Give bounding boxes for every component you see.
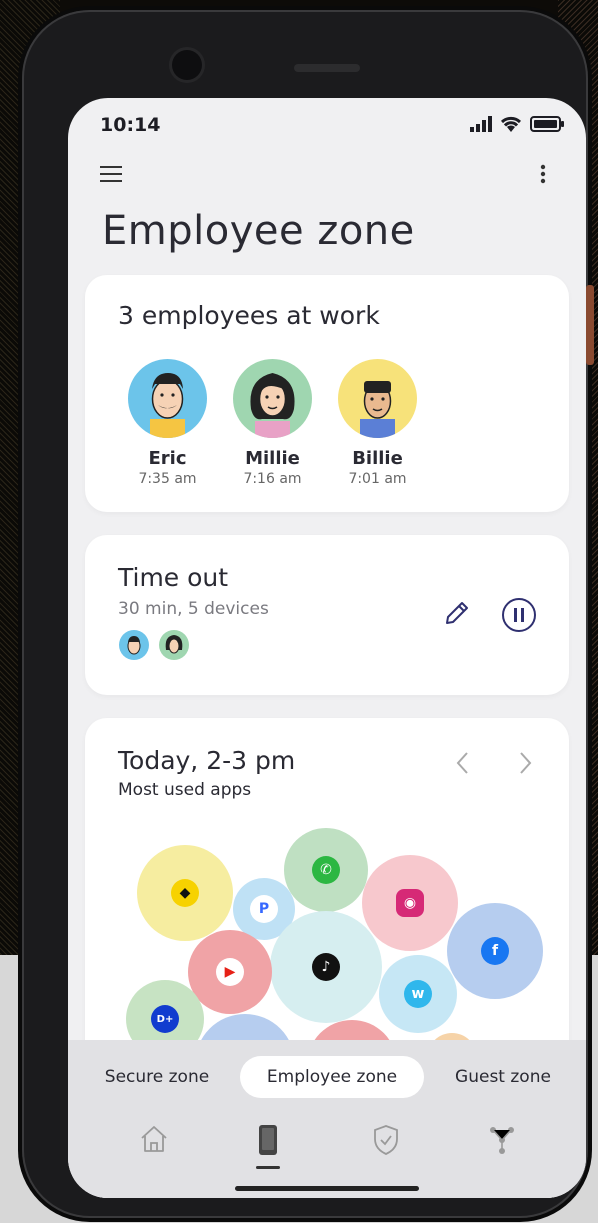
time-out-card[interactable]: Time out 30 min, 5 devices: [85, 535, 569, 695]
page-title: Employee zone: [102, 208, 415, 254]
facebook-bubble[interactable]: f: [447, 903, 543, 999]
signal-icon: [470, 116, 492, 132]
home-indicator-bar[interactable]: [235, 1186, 419, 1191]
wish-bubble[interactable]: w: [379, 955, 457, 1033]
tiktok-bubble[interactable]: ♪: [270, 911, 382, 1023]
employees-card-title: 3 employees at work: [118, 301, 380, 330]
person-illustration-icon: [150, 373, 185, 438]
instagram-bubble[interactable]: ◉: [362, 855, 458, 951]
more-options-icon[interactable]: [540, 164, 546, 184]
network-icon[interactable]: [488, 1124, 516, 1154]
status-time: 10:14: [100, 114, 161, 136]
edit-pencil-icon[interactable]: [443, 599, 471, 627]
phone-icon[interactable]: [256, 1124, 280, 1156]
employee-name: Eric: [148, 448, 187, 469]
person-illustration-icon: [165, 635, 183, 654]
battery-icon: [530, 116, 564, 132]
employee-list: Eric 7:35 am Millie 7:16 am Billie 7:01 …: [128, 359, 417, 487]
whatsapp-icon: ✆: [312, 856, 340, 884]
person-illustration-icon: [127, 636, 141, 655]
snapchat-bubble[interactable]: ◆: [137, 845, 233, 941]
employee-name: Millie: [245, 448, 300, 469]
time-out-title: Time out: [118, 563, 229, 592]
person-illustration-icon: [360, 381, 395, 438]
avatar: [128, 359, 207, 438]
phone-screen: 10:14 Employee zone 3 employees at work …: [68, 98, 586, 1198]
time-out-subtitle: 30 min, 5 devices: [118, 599, 269, 619]
home-icon[interactable]: [138, 1124, 170, 1154]
shield-icon[interactable]: [372, 1124, 400, 1156]
wish-icon: w: [404, 980, 432, 1008]
employee-billie[interactable]: Billie 7:01 am: [338, 359, 417, 487]
active-nav-indicator: [256, 1166, 280, 1169]
eric-mini-avatar: [119, 630, 149, 660]
youtube-icon: ▶: [216, 958, 244, 986]
tab-guest-zone[interactable]: Guest zone: [442, 1056, 564, 1098]
employee-name: Billie: [352, 448, 403, 469]
employee-millie[interactable]: Millie 7:16 am: [233, 359, 312, 487]
employee-time: 7:01 am: [348, 471, 407, 487]
disney-icon: D+: [151, 1005, 179, 1033]
person-illustration-icon: [250, 373, 295, 438]
tab-employee-zone[interactable]: Employee zone: [240, 1056, 424, 1098]
avatar: [338, 359, 417, 438]
front-camera: [172, 50, 202, 80]
phone-side-button: [586, 285, 594, 365]
time-out-participants: [119, 630, 189, 660]
status-icons: [470, 116, 564, 132]
avatar: [233, 359, 312, 438]
employee-eric[interactable]: Eric 7:35 am: [128, 359, 207, 487]
wifi-icon: [500, 116, 522, 132]
facebook-icon: f: [481, 937, 509, 965]
tiktok-icon: ♪: [312, 953, 340, 981]
whatsapp-bubble[interactable]: ✆: [284, 828, 368, 912]
phone-frame: 10:14 Employee zone 3 employees at work …: [22, 10, 588, 1218]
earpiece-speaker: [294, 64, 360, 72]
instagram-icon: ◉: [396, 889, 424, 917]
millie-mini-avatar: [159, 630, 189, 660]
tab-secure-zone[interactable]: Secure zone: [92, 1056, 222, 1098]
youtube-bubble[interactable]: ▶: [188, 930, 272, 1014]
employee-time: 7:35 am: [138, 471, 197, 487]
snapchat-icon: ◆: [171, 879, 199, 907]
employee-time: 7:16 am: [243, 471, 302, 487]
employees-at-work-card[interactable]: 3 employees at work Eric 7:35 am Millie …: [85, 275, 569, 512]
hamburger-menu-icon[interactable]: [100, 164, 124, 184]
pandora-icon: P: [250, 895, 278, 923]
bottom-navigation: Secure zone Employee zone Guest zone: [68, 1040, 586, 1198]
pause-icon[interactable]: [501, 597, 537, 633]
